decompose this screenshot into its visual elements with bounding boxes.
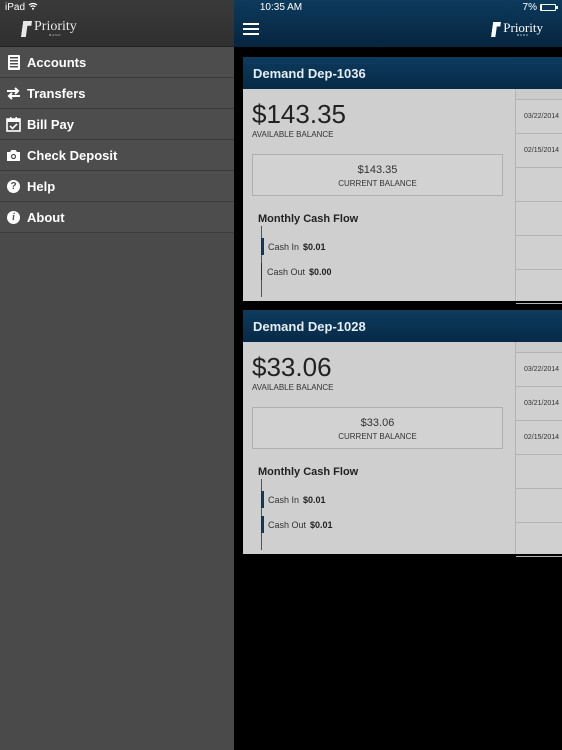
cash-out-row: Cash Out $0.01 (261, 516, 333, 533)
priority-logo-mark (21, 21, 32, 37)
bill-pay-icon (6, 116, 21, 132)
status-time: 10:35 AM (259, 2, 303, 13)
main-panel: Priority BANK Demand Dep-1036 $143.35 AV… (234, 0, 562, 750)
current-balance-box: $143.35 CURRENT BALANCE (252, 154, 503, 196)
hamburger-icon[interactable] (243, 23, 259, 35)
transaction-list: 03/22/2014 03/21/2014 02/15/2014 (515, 342, 562, 557)
current-balance-label: CURRENT BALANCE (338, 179, 417, 188)
cash-out-value: $0.01 (310, 519, 333, 530)
cash-flow-axis (261, 479, 262, 550)
account-card-title[interactable]: Demand Dep-1028 (243, 310, 562, 342)
available-balance-amount: $143.35 (252, 99, 346, 129)
priority-logo-mark (491, 22, 501, 37)
cash-in-label: Cash In (268, 494, 300, 505)
cash-in-row: Cash In $0.01 (261, 491, 326, 508)
transaction-row[interactable] (516, 489, 562, 523)
cash-in-bar (261, 491, 264, 508)
cash-in-value: $0.01 (303, 241, 326, 252)
transaction-row[interactable] (516, 455, 562, 489)
status-bar: iPad 10:35 AM 7% (0, 0, 562, 16)
sidebar-item-check-deposit[interactable]: Check Deposit (0, 140, 234, 171)
transaction-row[interactable] (516, 523, 562, 557)
available-balance-label: AVAILABLE BALANCE (252, 130, 334, 139)
sidebar: Priority BANK Accounts Transfers Bill Pa… (0, 0, 234, 750)
logo-brand-text: Priority (34, 19, 77, 34)
account-card[interactable]: Demand Dep-1028 $33.06 AVAILABLE BALANCE… (243, 310, 562, 557)
available-balance-amount: $33.06 (252, 352, 332, 382)
current-balance-box: $33.06 CURRENT BALANCE (252, 407, 503, 449)
cash-flow-title: Monthly Cash Flow (258, 466, 359, 478)
current-balance-label: CURRENT BALANCE (338, 432, 417, 441)
camera-icon (6, 148, 21, 163)
sidebar-item-label: Transfers (27, 85, 86, 101)
battery-icon (540, 4, 558, 11)
cash-out-value: $0.00 (309, 266, 332, 277)
cash-out-row: Cash Out $0.00 (261, 263, 332, 280)
cash-out-label: Cash Out (268, 519, 307, 530)
transaction-list-header (516, 89, 562, 100)
sidebar-item-bill-pay[interactable]: Bill Pay (0, 109, 234, 140)
cash-flow-axis (261, 226, 262, 297)
cash-in-label: Cash In (268, 241, 300, 252)
sidebar-item-label: About (27, 209, 65, 225)
transaction-list-header (516, 342, 562, 353)
current-balance-amount: $33.06 (360, 417, 395, 429)
cash-out-bar (261, 263, 262, 280)
account-card-body: $143.35 AVAILABLE BALANCE $143.35 CURREN… (243, 89, 562, 304)
cash-in-bar (261, 238, 264, 255)
cash-out-bar (261, 516, 264, 533)
available-balance-label: AVAILABLE BALANCE (252, 383, 334, 392)
sidebar-item-help[interactable]: ? Help (0, 171, 234, 202)
cash-out-label: Cash Out (267, 266, 306, 277)
account-card-title[interactable]: Demand Dep-1036 (243, 57, 562, 89)
sidebar-logo: Priority BANK (21, 19, 77, 37)
sidebar-item-label: Accounts (27, 54, 87, 70)
cash-flow-title: Monthly Cash Flow (258, 213, 359, 225)
transaction-row[interactable]: 03/22/2014 (516, 100, 562, 134)
account-card-body: $33.06 AVAILABLE BALANCE $33.06 CURRENT … (243, 342, 562, 557)
logo-brand-text: Priority (503, 20, 543, 35)
accounts-icon (6, 54, 21, 70)
sidebar-item-label: Help (27, 178, 56, 194)
transaction-row[interactable]: 03/22/2014 (516, 353, 562, 387)
transaction-row[interactable] (516, 202, 562, 236)
sidebar-item-about[interactable]: i About (0, 202, 234, 233)
sidebar-item-label: Bill Pay (27, 116, 74, 132)
header-logo: Priority BANK (491, 20, 543, 37)
account-card[interactable]: Demand Dep-1036 $143.35 AVAILABLE BALANC… (243, 57, 562, 304)
transaction-row[interactable]: 02/15/2014 (516, 134, 562, 168)
transaction-row[interactable] (516, 168, 562, 202)
transaction-list: 03/22/2014 02/15/2014 (515, 89, 562, 304)
cash-in-row: Cash In $0.01 (261, 238, 326, 255)
sidebar-item-transfers[interactable]: Transfers (0, 78, 234, 109)
sidebar-item-accounts[interactable]: Accounts (0, 47, 234, 78)
sidebar-nav: Accounts Transfers Bill Pay Check Deposi… (0, 47, 234, 233)
transaction-row[interactable]: 03/21/2014 (516, 387, 562, 421)
info-icon: i (6, 210, 21, 225)
help-icon: ? (6, 179, 21, 194)
balance-column: $33.06 AVAILABLE BALANCE $33.06 CURRENT … (243, 342, 515, 554)
battery-percent: 7% (522, 2, 537, 13)
status-right: 7% (522, 2, 558, 13)
sidebar-item-label: Check Deposit (27, 147, 118, 163)
current-balance-amount: $143.35 (357, 164, 398, 176)
transaction-row[interactable] (516, 236, 562, 270)
cash-in-value: $0.01 (303, 494, 326, 505)
transaction-row[interactable] (516, 270, 562, 304)
balance-column: $143.35 AVAILABLE BALANCE $143.35 CURREN… (243, 89, 515, 301)
transfers-icon (6, 86, 21, 101)
app-screen: Priority BANK Accounts Transfers Bill Pa… (0, 0, 562, 750)
transaction-row[interactable]: 02/15/2014 (516, 421, 562, 455)
